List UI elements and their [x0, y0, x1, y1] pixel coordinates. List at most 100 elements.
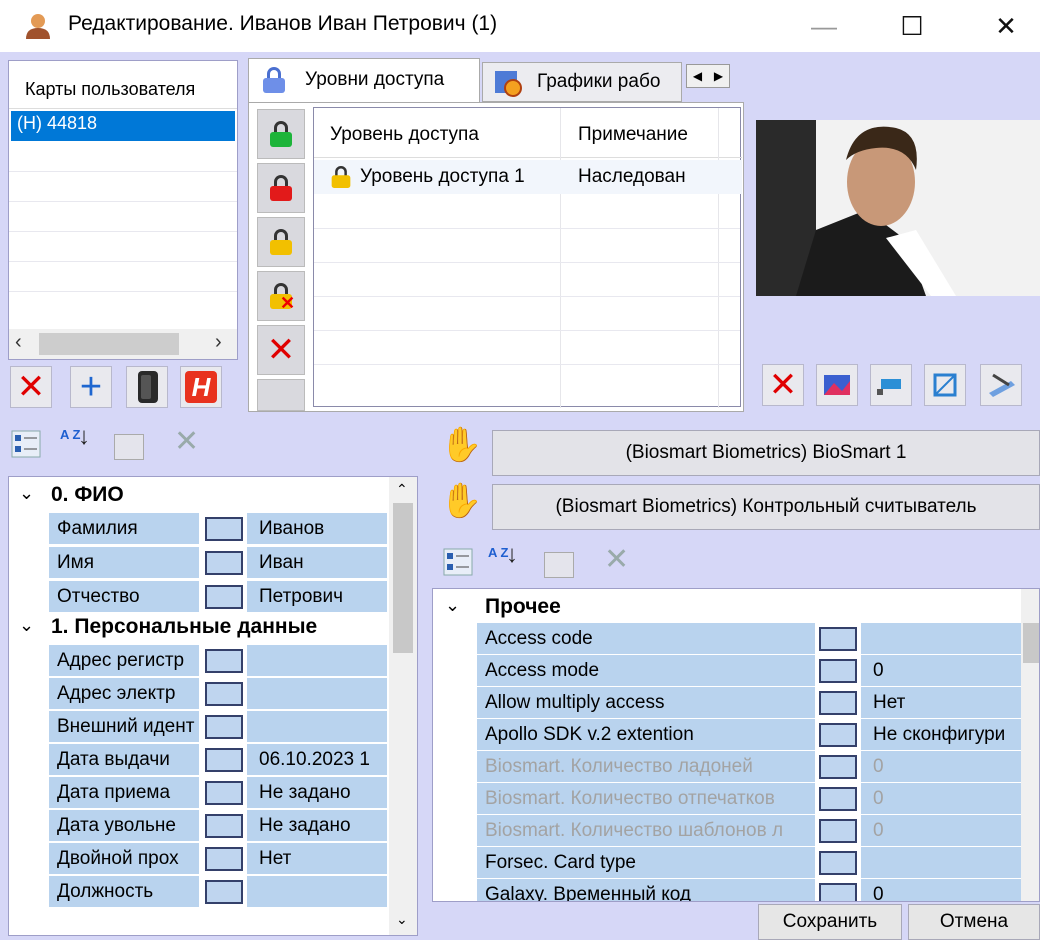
prop-box[interactable]	[205, 517, 243, 541]
prop-box[interactable]	[205, 748, 243, 772]
card-item[interactable]: (H) 44818	[11, 111, 235, 141]
prop-box[interactable]	[205, 649, 243, 673]
scan-photo-button[interactable]	[980, 364, 1022, 406]
save-button[interactable]: Сохранить	[758, 904, 902, 940]
close-button[interactable]: ✕	[972, 0, 1040, 52]
clear-property-button[interactable]: ✕	[174, 424, 199, 459]
prop-value[interactable]: 0	[861, 879, 1021, 901]
prop-box[interactable]	[819, 723, 857, 747]
clear-property-button[interactable]: ✕	[604, 542, 629, 577]
prop-value[interactable]: Нет	[861, 687, 1021, 718]
prop-name[interactable]: Allow multiply access	[477, 687, 815, 718]
prop-value[interactable]: 0	[861, 783, 1021, 814]
prop-name[interactable]: Внешний идент	[49, 711, 199, 742]
tab-scroll-left-icon[interactable]: ◀	[693, 69, 702, 83]
col-level-header[interactable]: Уровень доступа	[330, 124, 479, 146]
reader-button[interactable]: (Biosmart Biometrics) BioSmart 1	[492, 430, 1040, 476]
prop-box[interactable]	[205, 551, 243, 575]
prop-value[interactable]: Иван	[247, 547, 387, 578]
tab-scroll-right-icon[interactable]: ▶	[714, 69, 723, 83]
prop-box[interactable]	[205, 814, 243, 838]
cancel-button[interactable]: Отмена	[908, 904, 1040, 940]
access-grid[interactable]: Уровень доступа Примечание Уровень досту…	[313, 107, 742, 408]
prop-name[interactable]: Apollo SDK v.2 extention	[477, 719, 815, 750]
prop-box[interactable]	[819, 819, 857, 843]
prop-box[interactable]	[819, 883, 857, 901]
prop-name[interactable]: Дата увольне	[49, 810, 199, 841]
hid-card-button[interactable]: H	[180, 366, 222, 408]
delete-photo-button[interactable]: ✕	[762, 364, 804, 406]
prop-value[interactable]	[247, 645, 387, 676]
col-note-header[interactable]: Примечание	[578, 124, 688, 146]
minimize-button[interactable]: —	[790, 0, 858, 52]
property-pages-button[interactable]	[544, 552, 574, 578]
prop-box[interactable]	[205, 682, 243, 706]
scroll-up-icon[interactable]: ⌃	[396, 481, 408, 498]
delete-level-button[interactable]: ✕	[257, 325, 305, 375]
prop-box[interactable]	[205, 781, 243, 805]
scroll-down-icon[interactable]: ⌄	[396, 911, 408, 928]
prop-name[interactable]: Фамилия	[49, 513, 199, 544]
prop-name[interactable]: Access code	[477, 623, 815, 654]
scroll-thumb[interactable]	[39, 333, 179, 355]
grant-access-button[interactable]	[257, 109, 305, 159]
scroll-thumb[interactable]	[1023, 623, 1039, 663]
scroll-left-icon[interactable]: ‹	[15, 331, 22, 354]
prop-value[interactable]: 06.10.2023 1	[247, 744, 387, 775]
left-property-grid[interactable]: ⌃ ⌄ ⌄ 0. ФИО Фамилия Иванов Имя Иван Отч…	[8, 476, 418, 936]
prop-box[interactable]	[819, 851, 857, 875]
sort-alpha-button[interactable]: A Z ↓	[60, 425, 94, 462]
prop-box[interactable]	[819, 627, 857, 651]
prop-box[interactable]	[819, 691, 857, 715]
prop-name[interactable]: Biosmart. Количество шаблонов л	[477, 815, 815, 846]
prop-name[interactable]: Дата приема	[49, 777, 199, 808]
prop-name[interactable]: Адрес электр	[49, 678, 199, 709]
prop-value[interactable]: Нет	[247, 843, 387, 874]
reader-button[interactable]: (Biosmart Biometrics) Контрольный считыв…	[492, 484, 1040, 530]
prop-box[interactable]	[205, 715, 243, 739]
left-vscrollbar[interactable]: ⌃ ⌄	[389, 477, 417, 935]
prop-value[interactable]	[861, 847, 1021, 878]
prop-value[interactable]	[247, 711, 387, 742]
collapse-icon[interactable]: ⌄	[19, 483, 34, 504]
cards-list[interactable]: Карты пользователя (H) 44818 ‹ ›	[8, 60, 238, 360]
prop-value[interactable]: Не сконфигури	[861, 719, 1021, 750]
tab-scroll-buttons[interactable]: ◀ ▶	[686, 64, 730, 88]
delete-card-button[interactable]: ✕	[10, 366, 52, 408]
categorized-view-button[interactable]	[10, 428, 42, 460]
tab-schedules[interactable]: Графики рабо	[482, 62, 682, 102]
prop-value[interactable]: Иванов	[247, 513, 387, 544]
prop-name[interactable]: Отчество	[49, 581, 199, 612]
prop-value[interactable]	[861, 623, 1021, 654]
prop-value[interactable]: 0	[861, 751, 1021, 782]
prop-value[interactable]: Петрович	[247, 581, 387, 612]
add-card-button[interactable]: +	[70, 366, 112, 408]
prop-name[interactable]: Имя	[49, 547, 199, 578]
prop-name[interactable]: Forsec. Card type	[477, 847, 815, 878]
prop-name[interactable]: Access mode	[477, 655, 815, 686]
cards-hscrollbar[interactable]: ‹ ›	[9, 329, 237, 359]
prop-box[interactable]	[819, 755, 857, 779]
user-photo[interactable]	[756, 120, 1040, 296]
prop-box[interactable]	[205, 847, 243, 871]
load-photo-button[interactable]	[816, 364, 858, 406]
prop-name[interactable]: Адрес регистр	[49, 645, 199, 676]
prop-value[interactable]: 0	[861, 655, 1021, 686]
prop-value[interactable]	[247, 876, 387, 907]
inherit-access-button[interactable]	[257, 217, 305, 267]
maximize-button[interactable]: ☐	[878, 0, 946, 52]
prop-name[interactable]: Должность	[49, 876, 199, 907]
scroll-right-icon[interactable]: ›	[215, 331, 222, 354]
reader-card-button[interactable]	[126, 366, 168, 408]
camera-photo-button[interactable]	[870, 364, 912, 406]
right-vscrollbar[interactable]	[1021, 589, 1039, 901]
right-property-grid[interactable]: ⌄ Прочее Access code Access mode 0 Allow…	[432, 588, 1040, 902]
collapse-icon[interactable]: ⌄	[19, 615, 34, 636]
crop-photo-button[interactable]	[924, 364, 966, 406]
prop-name[interactable]: Двойной прох	[49, 843, 199, 874]
scroll-thumb[interactable]	[393, 503, 413, 653]
prop-box[interactable]	[819, 659, 857, 683]
categorized-view-button[interactable]	[442, 546, 474, 578]
property-pages-button[interactable]	[114, 434, 144, 460]
prop-box[interactable]	[205, 880, 243, 904]
